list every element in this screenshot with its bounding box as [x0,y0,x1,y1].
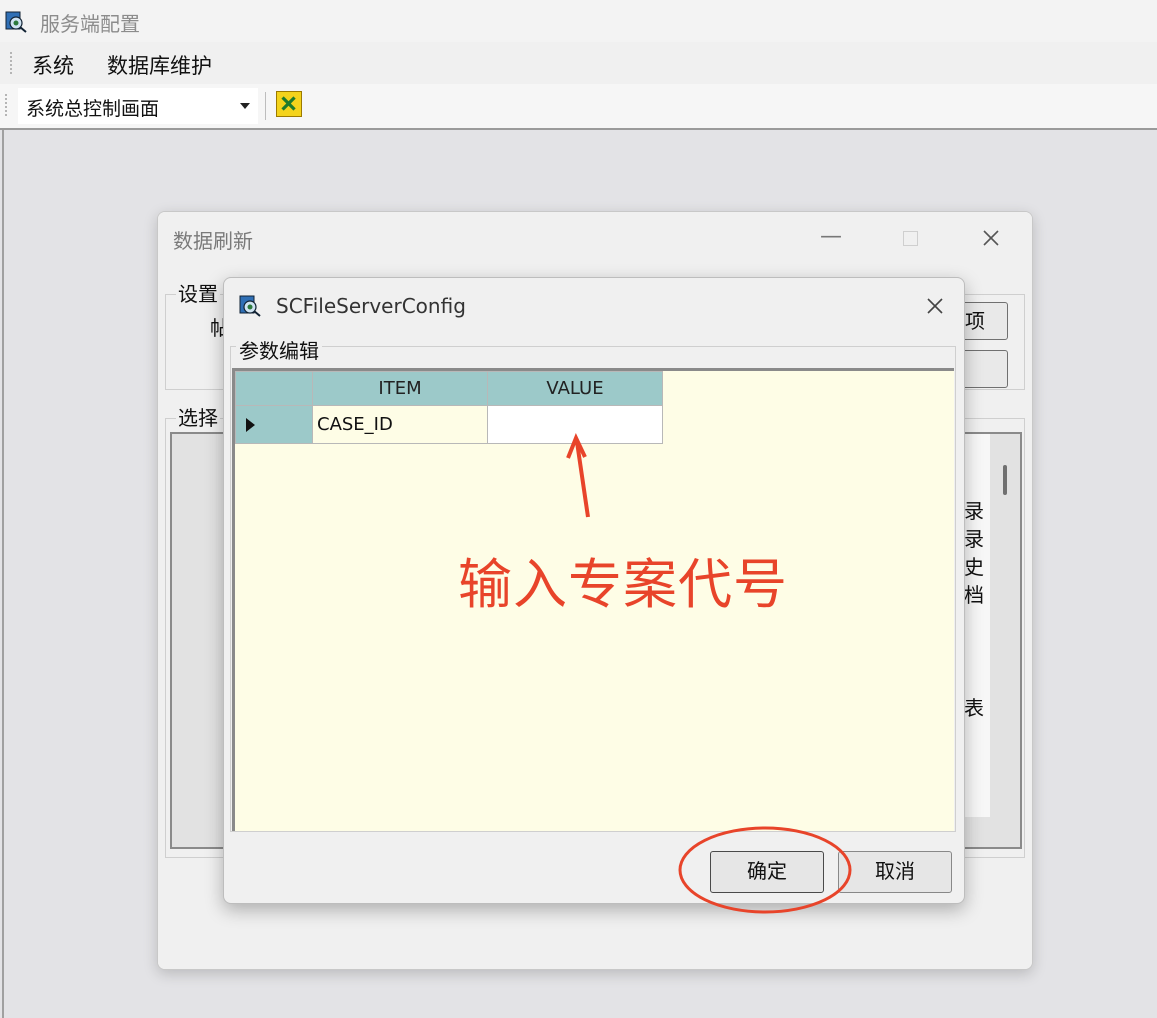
param-edit-group-label: 参数编辑 [236,335,322,364]
ok-button[interactable]: 确定 [710,851,824,893]
settings-group-label: 设置 [176,278,220,307]
close-icon[interactable] [926,297,944,315]
menu-bar: 系统 数据库维护 [0,42,1157,84]
list-text-5: 表 [964,696,984,720]
param-table: ITEM VALUE CASE_ID [235,371,663,444]
list-text-2: 录 [964,527,984,551]
select-group-label: 选择 [176,402,220,431]
menu-system[interactable]: 系统 [32,50,74,80]
screen-selector-combo[interactable]: 系统总控制画面 [18,88,258,124]
toolbar-grip [5,94,10,116]
menubar-grip [10,52,15,74]
cancel-button[interactable]: 取消 [838,851,952,893]
column-header-value[interactable]: VALUE [487,371,663,406]
screen-selector-value: 系统总控制画面 [26,98,160,120]
toolbar-separator [265,92,266,120]
app-icon [5,11,27,33]
minimize-icon[interactable]: — [820,224,842,249]
list-text-4: 档 [964,583,984,607]
close-icon[interactable] [982,229,1000,247]
window-title: 服务端配置 [40,12,140,36]
row-selector[interactable] [235,405,313,444]
maximize-icon [903,231,918,246]
excel-export-icon[interactable] [276,91,302,117]
cell-item[interactable]: CASE_ID [312,405,488,444]
current-row-icon [246,417,255,432]
chevron-down-icon[interactable] [240,103,250,109]
table-header-row: ITEM VALUE [235,371,663,406]
dialog-title: SCFileServerConfig [276,294,466,318]
data-refresh-title: 数据刷新 [173,229,253,253]
annotation-text: 输入专案代号 [458,553,788,616]
scrollbar-thumb[interactable] [1003,465,1007,495]
menu-database-maintenance[interactable]: 数据库维护 [107,50,212,80]
cell-value-input[interactable] [487,405,663,444]
data-refresh-titlebar [158,212,1032,264]
table-row[interactable]: CASE_ID [235,405,663,444]
list-text-1: 录 [964,499,984,523]
window-titlebar: 服务端配置 [0,0,1157,42]
app-icon [239,295,261,317]
column-header-item[interactable]: ITEM [312,371,488,406]
row-header-corner [235,371,313,406]
list-text-3: 史 [964,555,984,579]
